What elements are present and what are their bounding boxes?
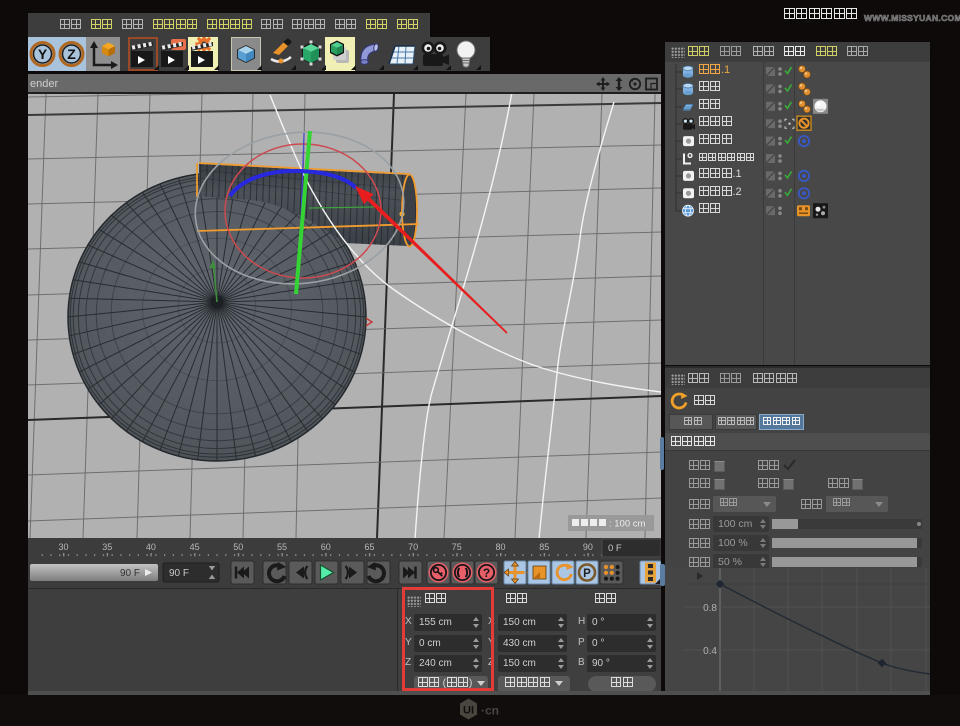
svg-text:70: 70 (408, 542, 418, 552)
svg-text:: 100 cm: : 100 cm (609, 519, 646, 530)
svg-text:60: 60 (321, 542, 331, 552)
svg-text:75: 75 (452, 542, 462, 552)
svg-text:?: ? (483, 566, 490, 580)
svg-text:Y: Y (38, 46, 48, 62)
svg-text:P: P (583, 568, 591, 580)
svg-text:50: 50 (233, 542, 243, 552)
svg-text:65: 65 (364, 542, 374, 552)
svg-text:·cn: ·cn (481, 704, 499, 718)
svg-text:0.4: 0.4 (703, 646, 717, 657)
svg-text:55: 55 (277, 542, 287, 552)
svg-text:80: 80 (495, 542, 505, 552)
svg-text:Z: Z (67, 46, 76, 62)
svg-text:45: 45 (190, 542, 200, 552)
svg-text:0 F: 0 F (608, 543, 622, 554)
svg-text:0.8: 0.8 (703, 603, 717, 614)
svg-text:90 F: 90 F (120, 568, 140, 579)
svg-text:UI: UI (463, 705, 474, 717)
svg-text:85: 85 (539, 542, 549, 552)
svg-text:30: 30 (58, 542, 68, 552)
svg-text:90: 90 (583, 542, 593, 552)
svg-text:40: 40 (146, 542, 156, 552)
svg-text:35: 35 (102, 542, 112, 552)
svg-text:90 F: 90 F (169, 568, 189, 579)
